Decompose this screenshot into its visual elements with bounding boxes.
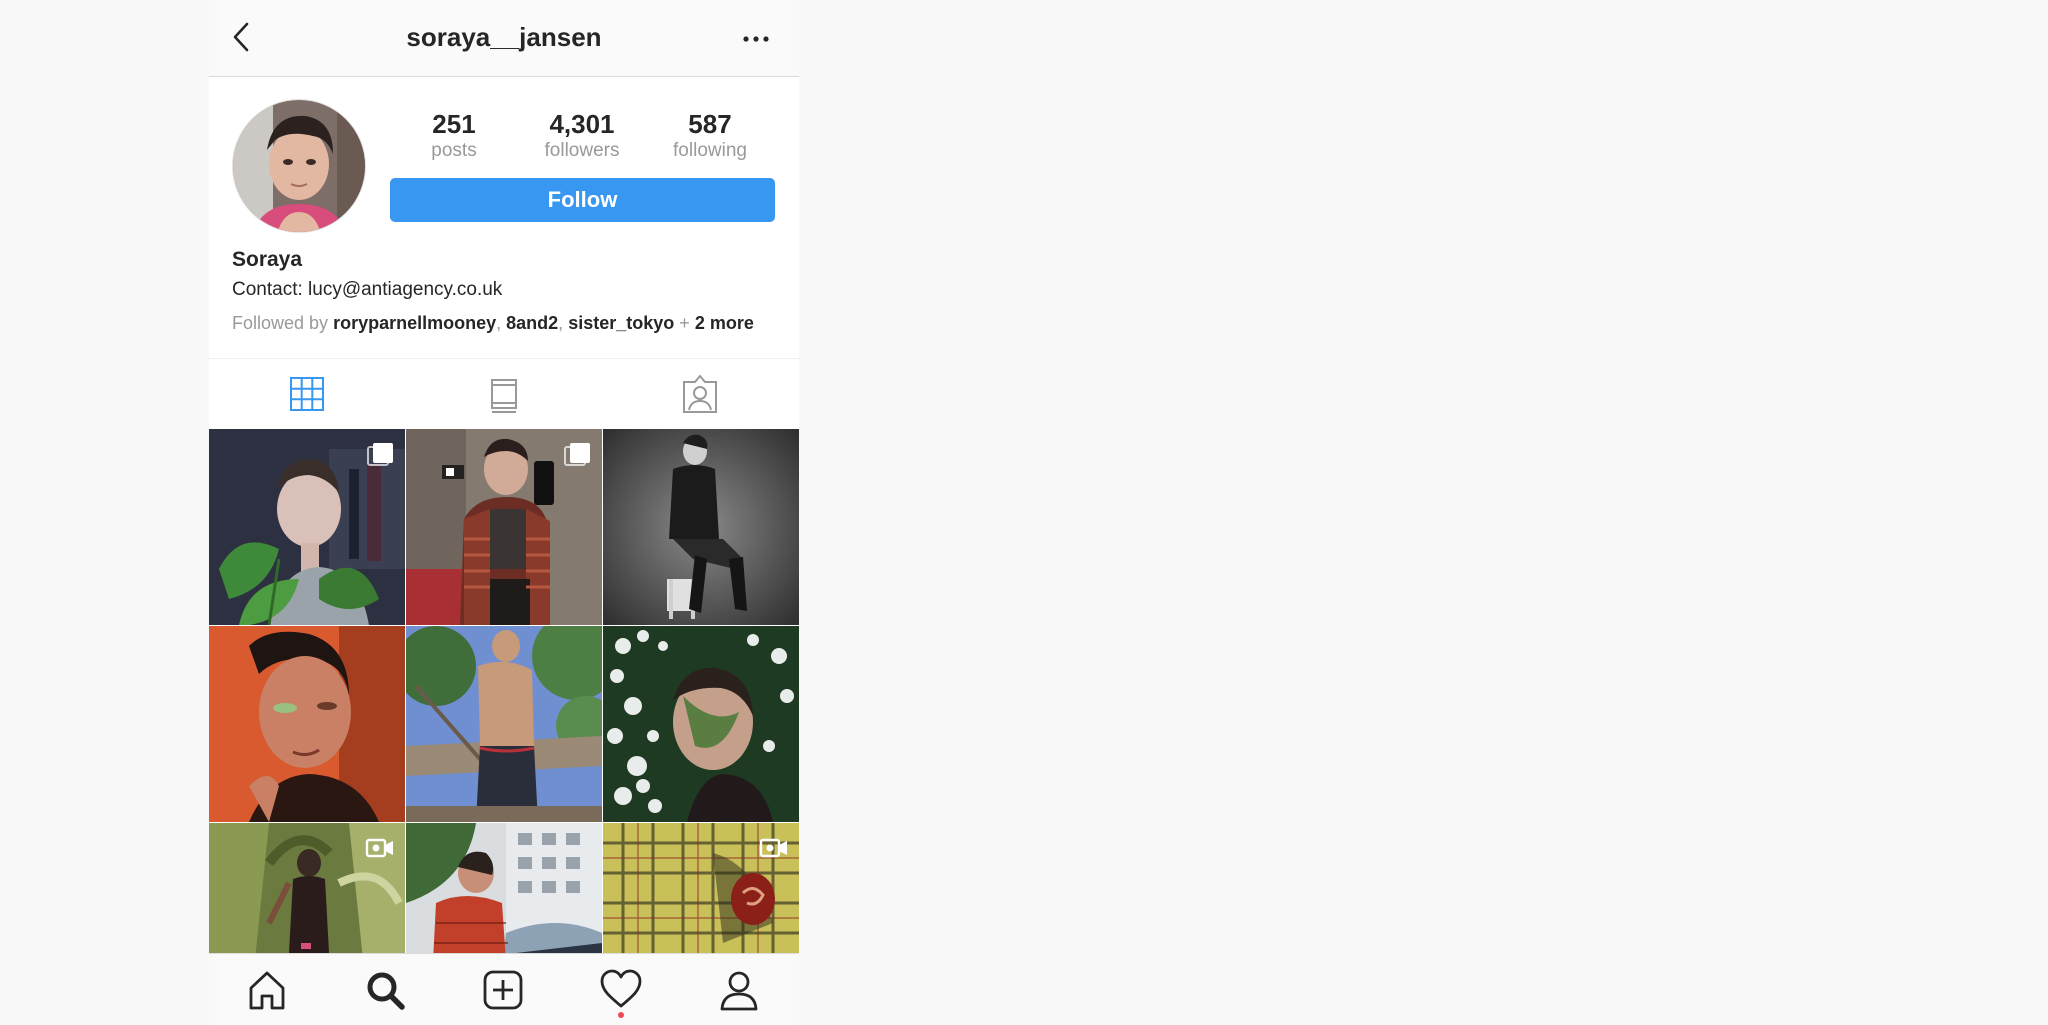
post-thumbnail[interactable] [603,626,799,822]
stat-followers-label: followers [544,140,620,161]
avatar[interactable] [232,99,366,233]
stat-posts-label: posts [431,140,477,161]
follow-button[interactable]: Follow [390,178,775,222]
post-thumbnail[interactable] [603,823,799,953]
profile-tabs [209,358,799,430]
post-thumbnail[interactable] [406,429,602,625]
tagged-icon[interactable] [678,372,722,416]
post-thumbnail[interactable] [209,626,405,822]
post-thumbnail[interactable] [209,429,405,625]
activity-heart-icon[interactable] [599,968,643,1012]
profile-screen: soraya__jansen 251 posts 4,301 followers [209,0,799,1025]
profile-display-name: Soraya [232,248,303,271]
notification-dot [618,1012,624,1018]
home-icon[interactable] [245,968,289,1012]
profile-username: soraya__jansen [406,22,602,52]
post-thumbnail[interactable] [603,429,799,625]
followed-by-line[interactable]: Followed by roryparnellmooney, 8and2, si… [232,313,792,334]
post-thumbnail[interactable] [406,626,602,822]
stat-following-count: 587 [688,109,732,139]
stat-posts: 251 posts [394,108,514,162]
followed-by-user[interactable]: roryparnellmooney [333,313,496,333]
top-bar: soraya__jansen [209,0,799,77]
followed-by-more[interactable]: 2 more [695,313,754,333]
ellipsis-icon[interactable] [743,36,769,42]
video-icon [365,838,393,858]
stat-followers-count: 4,301 [549,109,615,139]
bottom-navigation [209,953,799,1025]
stat-following-label: following [673,140,747,161]
profile-contact: Contact: lucy@antiagency.co.uk [232,279,503,300]
followed-by-user[interactable]: sister_tokyo [568,313,674,333]
followed-by-separator: , [558,313,564,333]
video-icon [759,838,787,858]
search-icon[interactable] [363,968,407,1012]
grid-icon[interactable] [285,372,329,416]
multiple-photos-icon [367,443,393,466]
stat-posts-count: 251 [432,109,476,139]
stat-followers[interactable]: 4,301 followers [522,108,642,162]
stat-following[interactable]: 587 following [650,108,770,162]
posts-grid [209,429,799,953]
new-post-icon[interactable] [481,968,525,1012]
followed-by-separator: , [496,313,502,333]
multiple-photos-icon [564,443,590,466]
post-thumbnail[interactable] [209,823,405,953]
feed-icon[interactable] [482,372,526,416]
profile-icon[interactable] [717,968,761,1012]
followed-by-user[interactable]: 8and2 [506,313,558,333]
post-thumbnail[interactable] [406,823,602,953]
followed-by-joiner: + [679,313,690,333]
followed-by-prefix: Followed by [232,313,329,333]
